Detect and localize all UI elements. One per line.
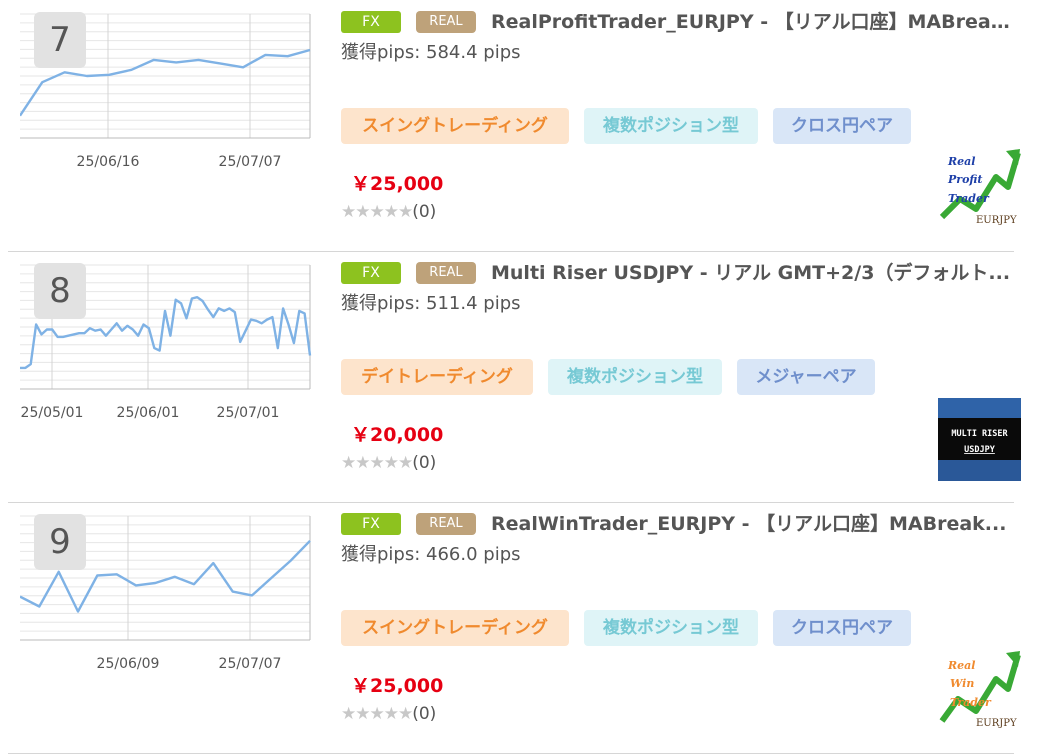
x-tick-label: 25/07/07 bbox=[219, 154, 282, 170]
fx-badge: FX bbox=[341, 513, 401, 535]
performance-chart[interactable]: 25/06/09 25/07/07 9 bbox=[20, 502, 320, 692]
thumb-line: Trader bbox=[950, 696, 992, 709]
fx-badge: FX bbox=[341, 262, 401, 284]
pips-earned: 獲得pips: 584.4 pips bbox=[341, 42, 521, 63]
product-title-link[interactable]: RealWinTrader_EURJPY - 【リアル口座】MABreak... bbox=[491, 509, 1015, 539]
price: ￥20,000 bbox=[351, 424, 444, 446]
tag-trading-style[interactable]: スイングトレーディング bbox=[341, 108, 569, 144]
tag-position-type[interactable]: 複数ポジション型 bbox=[548, 359, 722, 395]
rank-number: 8 bbox=[34, 263, 86, 319]
product-info: FX REAL RealWinTrader_EURJPY - 【リアル口座】MA… bbox=[341, 502, 1021, 752]
ranking-row[interactable]: 25/06/09 25/07/07 9 FX REAL RealWinTrader… bbox=[8, 502, 1021, 754]
star-rating: ★★★★★(0) bbox=[341, 200, 436, 224]
x-tick-label: 25/07/07 bbox=[219, 656, 282, 672]
ranking-row[interactable]: 25/05/01 25/06/01 25/07/01 8 FX REAL Multi… bbox=[8, 251, 1021, 503]
product-title-link[interactable]: RealProfitTrader_EURJPY - 【リアル口座】MABreak… bbox=[491, 7, 1015, 37]
performance-chart[interactable]: 25/06/16 25/07/07 7 bbox=[20, 0, 320, 190]
real-badge: REAL bbox=[416, 262, 476, 284]
price: ￥25,000 bbox=[351, 173, 444, 195]
thumb-line: Real bbox=[947, 659, 975, 672]
star-rating: ★★★★★(0) bbox=[341, 451, 436, 475]
x-tick-label: 25/06/01 bbox=[117, 405, 180, 421]
review-count: (0) bbox=[412, 704, 437, 724]
thumb-line: Win bbox=[950, 677, 974, 690]
stars-icon: ★★★★★ bbox=[341, 202, 413, 222]
product-title-link[interactable]: Multi Riser USDJPY - リアル GMT+2/3（デフォルト..… bbox=[491, 258, 1015, 288]
thumb-line: EURJPY bbox=[976, 718, 1017, 729]
product-info: FX REAL Multi Riser USDJPY - リアル GMT+2/3… bbox=[341, 251, 1021, 501]
x-tick-label: 25/05/01 bbox=[21, 405, 84, 421]
real-badge: REAL bbox=[416, 11, 476, 33]
product-thumbnail[interactable]: Real Profit Trader EURJPY bbox=[938, 147, 1021, 230]
product-thumbnail[interactable]: Real Win Trader EURJPY bbox=[938, 649, 1021, 732]
thumb-line: Trader bbox=[948, 192, 990, 205]
pips-earned: 獲得pips: 511.4 pips bbox=[341, 293, 521, 314]
pips-earned: 獲得pips: 466.0 pips bbox=[341, 544, 521, 565]
stars-icon: ★★★★★ bbox=[341, 453, 413, 473]
tag-currency-pair[interactable]: クロス円ペア bbox=[773, 610, 911, 646]
thumb-line: Profit bbox=[947, 173, 982, 186]
stars-icon: ★★★★★ bbox=[341, 704, 413, 724]
star-rating: ★★★★★(0) bbox=[341, 702, 436, 726]
thumb-line: USDJPY bbox=[964, 445, 996, 455]
product-info: FX REAL RealProfitTrader_EURJPY - 【リアル口座… bbox=[341, 0, 1021, 250]
x-tick-label: 25/06/09 bbox=[97, 656, 160, 672]
tag-position-type[interactable]: 複数ポジション型 bbox=[584, 108, 758, 144]
fx-badge: FX bbox=[341, 11, 401, 33]
tag-trading-style[interactable]: スイングトレーディング bbox=[341, 610, 569, 646]
rank-number: 7 bbox=[34, 12, 86, 68]
product-thumbnail[interactable]: MULTI RISER USDJPY bbox=[938, 398, 1021, 481]
review-count: (0) bbox=[412, 453, 437, 473]
tag-currency-pair[interactable]: クロス円ペア bbox=[773, 108, 911, 144]
real-badge: REAL bbox=[416, 513, 476, 535]
x-tick-label: 25/06/16 bbox=[77, 154, 140, 170]
rank-number: 9 bbox=[34, 514, 86, 570]
tag-position-type[interactable]: 複数ポジション型 bbox=[584, 610, 758, 646]
tag-currency-pair[interactable]: メジャーペア bbox=[737, 359, 875, 395]
thumb-line: MULTI RISER bbox=[951, 429, 1008, 439]
thumb-line: EURJPY bbox=[976, 215, 1017, 226]
tag-trading-style[interactable]: デイトレーディング bbox=[341, 359, 533, 395]
x-tick-label: 25/07/01 bbox=[217, 405, 280, 421]
ranking-row[interactable]: 25/06/16 25/07/07 7 FX REAL RealProfitTra… bbox=[8, 0, 1021, 252]
price: ￥25,000 bbox=[351, 675, 444, 697]
review-count: (0) bbox=[412, 202, 437, 222]
performance-chart[interactable]: 25/05/01 25/06/01 25/07/01 8 bbox=[20, 251, 320, 441]
thumb-line: Real bbox=[947, 155, 975, 168]
